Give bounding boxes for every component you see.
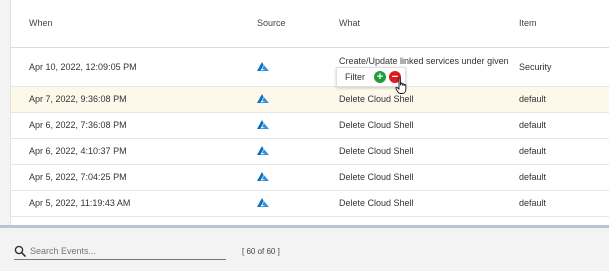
- item-cell: default: [519, 120, 547, 130]
- search-box: [14, 243, 226, 260]
- what-text: Create/Update linked services under give…: [339, 55, 509, 66]
- search-input[interactable]: [30, 246, 220, 256]
- source-cell: [239, 190, 321, 216]
- what-cell: Delete Cloud Shell: [339, 94, 414, 104]
- column-header-when[interactable]: When: [11, 0, 239, 47]
- filter-label: Filter: [345, 72, 365, 82]
- column-header-what[interactable]: What: [321, 0, 501, 47]
- table-header-row: When Source What Item: [11, 0, 609, 47]
- table-row[interactable]: Apr 7, 2022, 9:36:08 PM Delete Cloud She…: [11, 86, 609, 112]
- what-cell: Delete Cloud Shell: [339, 146, 414, 156]
- when-cell: Apr 6, 2022, 4:10:37 PM: [29, 146, 127, 156]
- hand-cursor-icon: [395, 77, 407, 94]
- what-cell: Delete Cloud Shell: [339, 172, 414, 182]
- source-cell: [239, 47, 321, 86]
- item-cell: Security: [519, 61, 552, 72]
- source-cell: [239, 164, 321, 190]
- source-cell: [239, 138, 321, 164]
- footer-bar: [ 60 of 60 ]: [0, 228, 609, 271]
- item-cell: default: [519, 198, 547, 208]
- source-cell: [239, 112, 321, 138]
- azure-icon: [257, 120, 269, 130]
- azure-icon: [257, 146, 269, 156]
- when-cell: Apr 7, 2022, 9:36:08 PM: [29, 94, 127, 104]
- azure-icon: [257, 172, 269, 182]
- source-cell: [239, 86, 321, 112]
- table-row[interactable]: Apr 6, 2022, 7:36:08 PM Delete Cloud She…: [11, 112, 609, 138]
- events-panel: When Source What Item Apr 10, 2022, 12:0…: [10, 0, 609, 225]
- when-cell: Apr 6, 2022, 7:36:08 PM: [29, 120, 127, 130]
- plus-circle-icon[interactable]: +: [374, 71, 386, 83]
- when-cell: Apr 10, 2022, 12:09:05 PM: [29, 61, 137, 72]
- column-header-item[interactable]: Item: [501, 0, 609, 47]
- results-count: [ 60 of 60 ]: [242, 247, 280, 256]
- table-row[interactable]: Apr 5, 2022, 11:19:43 AM Delete Cloud Sh…: [11, 190, 609, 216]
- item-cell: default: [519, 172, 547, 182]
- search-icon: [14, 245, 26, 257]
- events-table: When Source What Item Apr 10, 2022, 12:0…: [11, 0, 609, 217]
- when-cell: Apr 5, 2022, 7:04:25 PM: [29, 172, 127, 182]
- what-cell: Delete Cloud Shell: [339, 198, 414, 208]
- item-cell: default: [519, 94, 547, 104]
- table-row[interactable]: Apr 6, 2022, 4:10:37 PM Delete Cloud She…: [11, 138, 609, 164]
- item-cell: default: [519, 146, 547, 156]
- when-cell: Apr 5, 2022, 11:19:43 AM: [29, 198, 131, 208]
- azure-icon: [257, 94, 269, 104]
- column-header-source[interactable]: Source: [239, 0, 321, 47]
- what-cell: Delete Cloud Shell: [339, 120, 414, 130]
- azure-icon: [257, 61, 269, 71]
- table-row[interactable]: Apr 10, 2022, 12:09:05 PM Create/Update …: [11, 47, 609, 86]
- table-row[interactable]: Apr 5, 2022, 7:04:25 PM Delete Cloud She…: [11, 164, 609, 190]
- azure-icon: [257, 198, 269, 208]
